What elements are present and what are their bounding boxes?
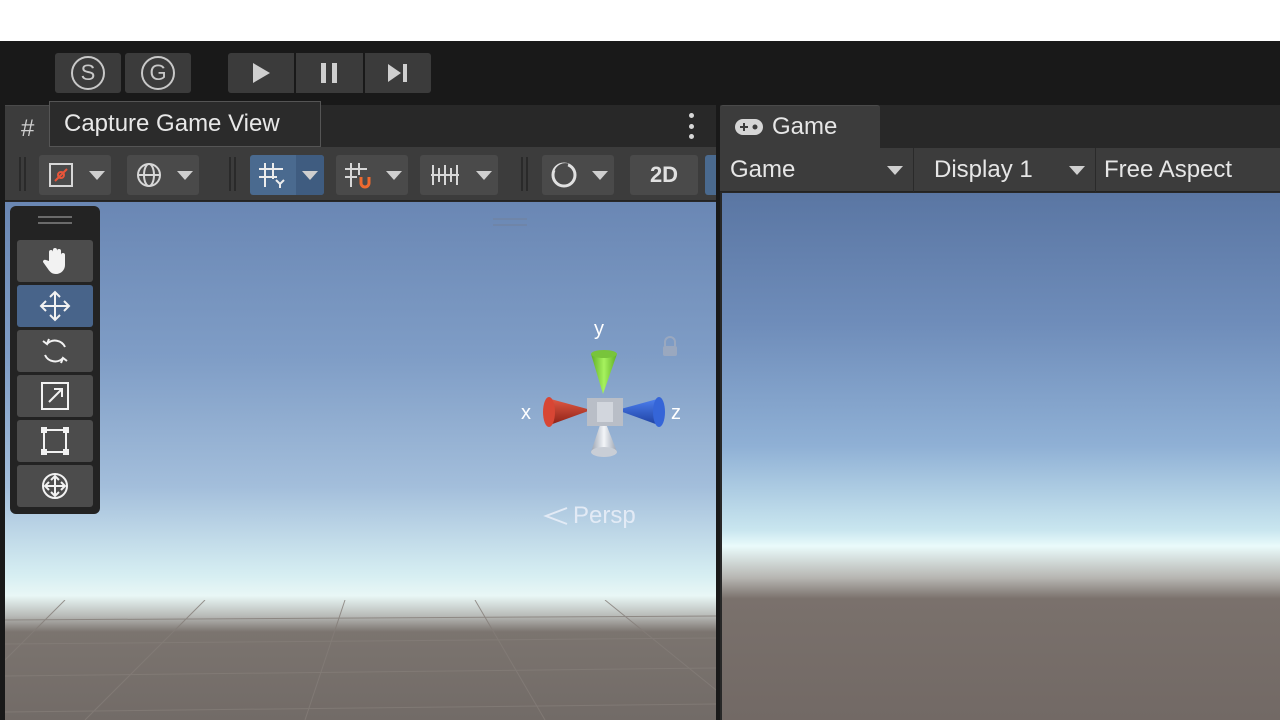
grid-magnet-icon [345,163,371,189]
chevron-down-icon [476,170,492,180]
play-button[interactable] [228,53,295,93]
global-dropdown[interactable] [127,155,199,195]
orientation-gizmo[interactable]: y x z [505,318,705,486]
globe-icon [137,163,161,187]
display-label: Display 1 [934,156,1033,183]
chevron-down-icon [89,170,105,180]
scene-tab-bar: # Capture Game View [5,101,716,147]
toolbar-grip[interactable] [19,157,27,191]
move-arrows-icon [39,290,71,322]
rect-transform-icon [41,427,69,455]
draw-mode-dropdown[interactable] [39,155,111,195]
grid-visibility-dropdown[interactable] [420,155,498,195]
move-tool-button[interactable] [17,285,93,327]
scene-viewport[interactable]: y x z Persp [5,202,716,720]
capture-tooltip: Capture Game View [49,101,321,147]
pause-icon [321,63,338,83]
scene-panel: # Capture Game View 2D y x z Persp [5,101,716,720]
game-tab-label: Game [772,113,838,140]
hand-tool-button[interactable] [17,240,93,282]
chevron-down-icon [302,170,318,180]
aspect-label: Free Aspect [1104,156,1233,183]
toolbar-grip[interactable] [521,157,529,191]
sphere-icon [551,162,577,188]
aspect-dropdown[interactable]: Free Aspect [1096,148,1280,192]
tab-game[interactable]: Game [720,105,880,148]
display-dropdown[interactable]: Display 1 [914,148,1096,192]
scale-icon [41,382,69,410]
window-top-margin [0,0,1280,41]
draw-mode-icon [49,163,73,187]
toggle-2d-button[interactable]: 2D [630,155,698,195]
axis-label-y: y [594,318,604,340]
pause-button[interactable] [296,53,363,93]
overlay-grip[interactable] [493,218,527,226]
game-panel: Game Game Display 1 Free Aspect [720,105,1280,720]
ground-grid [5,600,716,720]
step-button[interactable] [364,53,431,93]
chevron-down-icon [1069,165,1085,175]
chevron-down-icon [887,165,903,175]
projection-label: Persp [573,502,636,529]
gamepad-icon [735,119,763,135]
play-icon [253,63,271,83]
chevron-down-icon [177,170,193,180]
scene-toolbar: 2D [5,147,716,201]
grid-y-icon [259,163,285,188]
g-circle-icon: G [141,56,175,90]
s-circle-icon: S [71,56,105,90]
transform-icon [42,473,68,499]
s-button[interactable]: S [55,53,121,93]
projection-toggle[interactable]: Persp [543,502,636,530]
ruler-grid-icon [431,165,459,185]
kebab-menu-icon[interactable] [688,113,694,139]
palette-grip[interactable] [38,216,72,224]
scale-tool-button[interactable] [17,375,93,417]
hand-icon [42,248,65,274]
rotate-tool-button[interactable] [17,330,93,372]
axis-label-z: z [671,402,681,424]
main-toolbar: S G [0,41,1280,105]
rotate-icon [42,338,68,364]
step-icon [387,64,407,82]
perspective-icon [543,507,568,525]
axis-label-x: x [521,402,531,424]
game-toolbar: Game Display 1 Free Aspect [720,148,1280,192]
view-mode-dropdown[interactable]: Game [720,148,914,192]
overflow-toggle-button[interactable] [705,155,716,195]
snap-increment-dropdown[interactable] [336,155,408,195]
grid-snap-toggle[interactable] [250,155,324,195]
game-viewport[interactable] [722,193,1280,720]
shading-mode-dropdown[interactable] [542,155,614,195]
rect-tool-button[interactable] [17,420,93,462]
play-controls [228,53,431,93]
view-mode-label: Game [730,156,796,183]
chevron-down-icon [592,170,608,180]
scene-hash-icon: # [21,115,35,142]
toolbar-grip[interactable] [229,157,237,191]
g-button[interactable]: G [125,53,191,93]
transform-tool-button[interactable] [17,465,93,507]
chevron-down-icon [386,170,402,180]
tool-palette [10,206,100,514]
